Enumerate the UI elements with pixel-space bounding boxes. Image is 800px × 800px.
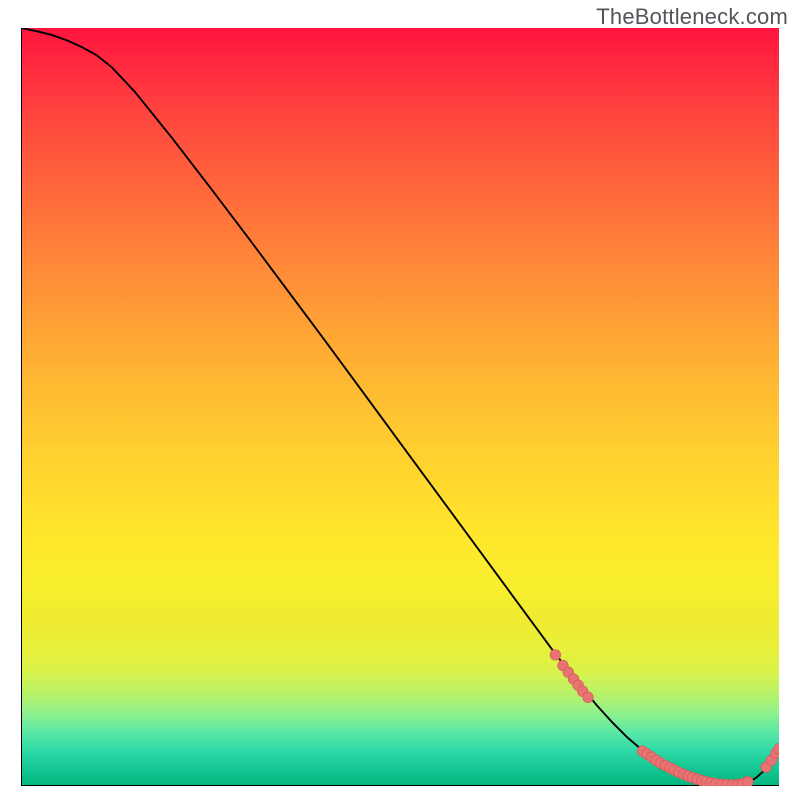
- bottleneck-curve: [21, 28, 779, 786]
- chart-container: TheBottleneck.com: [0, 0, 800, 800]
- data-markers: [550, 650, 779, 786]
- curve-layer: [21, 28, 779, 786]
- upper-slope-cluster-point: [550, 650, 561, 661]
- watermark-text: TheBottleneck.com: [596, 4, 788, 30]
- upper-slope-cluster-point: [583, 692, 594, 703]
- valley-cluster-point: [743, 777, 754, 786]
